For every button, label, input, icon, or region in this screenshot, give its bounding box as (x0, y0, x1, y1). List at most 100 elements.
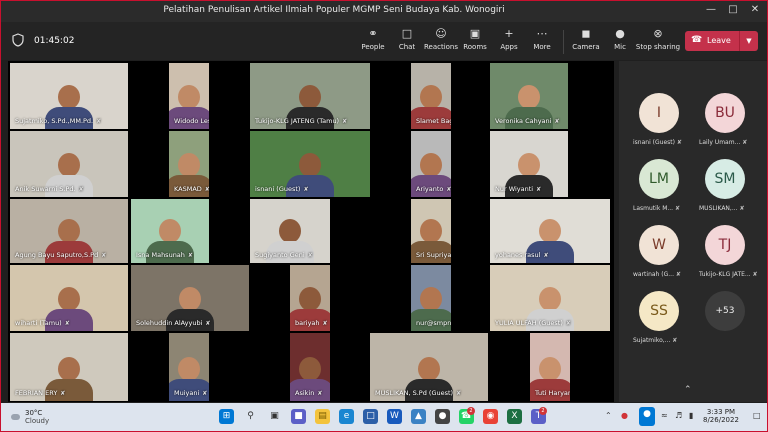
participant-name-text: YULIA ULFAH (Guest) (495, 319, 563, 327)
video-tile[interactable]: Tukijo-KLG JATENG (Tamu) ✘ (250, 63, 370, 129)
mic-muted-icon: ✘ (204, 186, 209, 193)
participant-avatar[interactable]: LM (639, 159, 679, 199)
video-tile[interactable]: Slamet Bagusono✘ (411, 63, 451, 129)
chevron-up-icon[interactable]: ⌃ (684, 385, 692, 395)
start-icon[interactable]: ⊞ (219, 409, 234, 424)
wifi-icon[interactable]: ≈ (661, 411, 668, 420)
photos-icon[interactable]: ▲ (411, 409, 426, 424)
participant-name-text: isnani (Guest) (255, 185, 301, 193)
participant-name: Nur Wiyanti ✘ (493, 184, 543, 194)
participant-name-text: Nur Wiyanti (495, 185, 534, 193)
participant-name-text: Tukijo-KLG JATENG (Tamu) (255, 117, 340, 125)
more-participants-button[interactable]: +53 (705, 291, 745, 331)
mic-tray-icon[interactable]: ● (639, 407, 655, 426)
video-tile[interactable]: Ariyanto ✘ (411, 131, 451, 197)
mic-muted-icon: ✘ (446, 186, 451, 193)
cloud-icon (11, 414, 20, 420)
participant-head (539, 357, 561, 381)
more-icon: ⋯ (536, 27, 548, 40)
video-tile[interactable]: isnani (Guest) ✘ (250, 131, 370, 197)
video-tile[interactable]: Veronika Cahyani ✘ (490, 63, 568, 129)
edge-icon[interactable]: e (339, 409, 354, 424)
participant-avatar[interactable]: I (639, 93, 679, 133)
video-tile[interactable]: FEBRIAN ERY ✘ (10, 333, 128, 401)
participant-name: YULIA ULFAH (Guest) ✘ (493, 318, 573, 328)
video-tile[interactable]: yohanes rasul ✘ (490, 199, 610, 263)
video-tile[interactable]: wiharti (Tamu) ✘ (10, 265, 128, 331)
excel-icon[interactable]: X (507, 409, 522, 424)
chevron-up-tray-icon[interactable]: ⌃ (605, 411, 612, 420)
mic-muted-icon: ✘ (554, 118, 560, 125)
participant-head (159, 219, 181, 243)
app-icon[interactable]: ● (435, 409, 450, 424)
video-tile[interactable]: Isna Mahsunah ✘ (131, 199, 209, 263)
title-bar: Pelatihan Penulisan Artikel Ilmiah Popul… (1, 1, 767, 22)
mic-muted-icon: ✘ (205, 320, 211, 327)
avatar-name-text: Tukijo-KLG JATE... (699, 271, 751, 278)
video-tile[interactable]: Sugiyanto Geni ✘ (250, 199, 330, 263)
notification-icon[interactable]: □ (753, 411, 761, 420)
mic-button[interactable]: ● Mic (600, 26, 640, 51)
video-tile[interactable]: Sujatmiko, S.Pd.,MM.Pd. ✘ (10, 63, 128, 129)
avatar-name: isnani (Guest) ✘ (633, 139, 682, 146)
video-tile[interactable]: Tuti Haryani✘ (530, 333, 570, 401)
participant-head (299, 85, 321, 109)
minimize-button[interactable]: — (701, 4, 721, 15)
clock[interactable]: 3:33 PM 8/26/2022 (703, 408, 739, 424)
shield-tray-icon[interactable]: ● (621, 411, 628, 420)
participant-avatar[interactable]: SM (705, 159, 745, 199)
whatsapp-badge: 2 (467, 407, 475, 415)
participant-name: Sugiyanto Geni ✘ (253, 250, 315, 260)
more-button[interactable]: ⋯ More (522, 26, 562, 51)
weather-widget[interactable]: 30°C Cloudy (11, 409, 49, 425)
video-tile[interactable]: bariyah ✘ (290, 265, 330, 331)
chevron-down-icon[interactable]: ▼ (739, 31, 758, 51)
leave-button[interactable]: ☎ Leave ▼ (685, 31, 758, 51)
mic-muted-icon: ✘ (317, 390, 323, 397)
teams-chat-icon[interactable]: ■ (291, 409, 306, 424)
participant-name-text: Sugiyanto Geni (255, 251, 305, 259)
participant-name-text: Asikin (295, 389, 315, 397)
video-tile[interactable]: KASMAD ✘ (169, 131, 209, 197)
video-tile[interactable]: Anik Suwarni S.Pd. ✘ (10, 131, 128, 197)
battery-icon[interactable]: ▮ (689, 411, 693, 420)
participant-avatar[interactable]: BU (705, 93, 745, 133)
mic-muted-icon: ✘ (543, 252, 549, 259)
video-tile[interactable]: YULIA ULFAH (Guest) ✘ (490, 265, 610, 331)
chrome-icon[interactable]: ◉ (483, 409, 498, 424)
participant-avatar[interactable]: SS (639, 291, 679, 331)
stop-share-icon: ⊗ (653, 27, 663, 40)
mic-muted-icon: ✘ (187, 252, 193, 259)
window-title: Pelatihan Penulisan Artikel Ilmiah Popul… (163, 5, 505, 15)
windows-taskbar: 30°C Cloudy ⊞ ⚲ ▣ ■ ▤ e □ W ▲ ● ☎ 2 ◉ X … (1, 403, 767, 431)
video-tile[interactable]: MUSLIKAN, S.Pd (Guest) ✘ (370, 333, 488, 401)
mic-muted-icon: ✘ (740, 139, 748, 146)
maximize-button[interactable]: □ (723, 4, 743, 15)
search-icon[interactable]: ⚲ (243, 409, 258, 424)
participant-name: Isna Mahsunah ✘ (134, 250, 195, 260)
video-tile[interactable]: Nur Wiyanti ✘ (490, 131, 568, 197)
video-tile[interactable]: Solehuddin AlAyyubi ✘ (131, 265, 249, 331)
close-button[interactable]: ✕ (745, 4, 765, 15)
video-tile[interactable]: Muiyani ✘ (169, 333, 209, 401)
store-icon[interactable]: □ (363, 409, 378, 424)
task-view-icon[interactable]: ▣ (267, 409, 282, 424)
mic-muted-icon: ✘ (674, 139, 682, 146)
video-tile[interactable]: Agung Bayu Saputro,S.Pd ✘ (10, 199, 128, 263)
video-tile[interactable]: Widodo Lestari✘ (169, 63, 209, 129)
participant-avatar[interactable]: TJ (705, 225, 745, 265)
word-icon[interactable]: W (387, 409, 402, 424)
participant-name: Asikin ✘ (293, 388, 324, 398)
volume-icon[interactable]: ♬ (675, 411, 682, 420)
stop-sharing-button[interactable]: ⊗ Stop sharing (635, 26, 681, 51)
participant-name-text: MUSLIKAN, S.Pd (Guest) (375, 389, 454, 397)
video-tile[interactable]: Asikin ✘ (290, 333, 330, 401)
avatar-name-text: Laily Umam... (699, 139, 741, 146)
participant-avatar[interactable]: W (639, 225, 679, 265)
file-explorer-icon[interactable]: ▤ (315, 409, 330, 424)
participant-name: Tuti Haryani✘ (533, 388, 570, 398)
participant-name: MUSLIKAN, S.Pd (Guest) ✘ (373, 388, 463, 398)
participant-name: Veronika Cahyani ✘ (493, 116, 562, 126)
video-tile[interactable]: nur@smpn1wonogiri.sch.id✘ (411, 265, 451, 331)
video-tile[interactable]: Sri Supriyanti✘ (411, 199, 451, 263)
